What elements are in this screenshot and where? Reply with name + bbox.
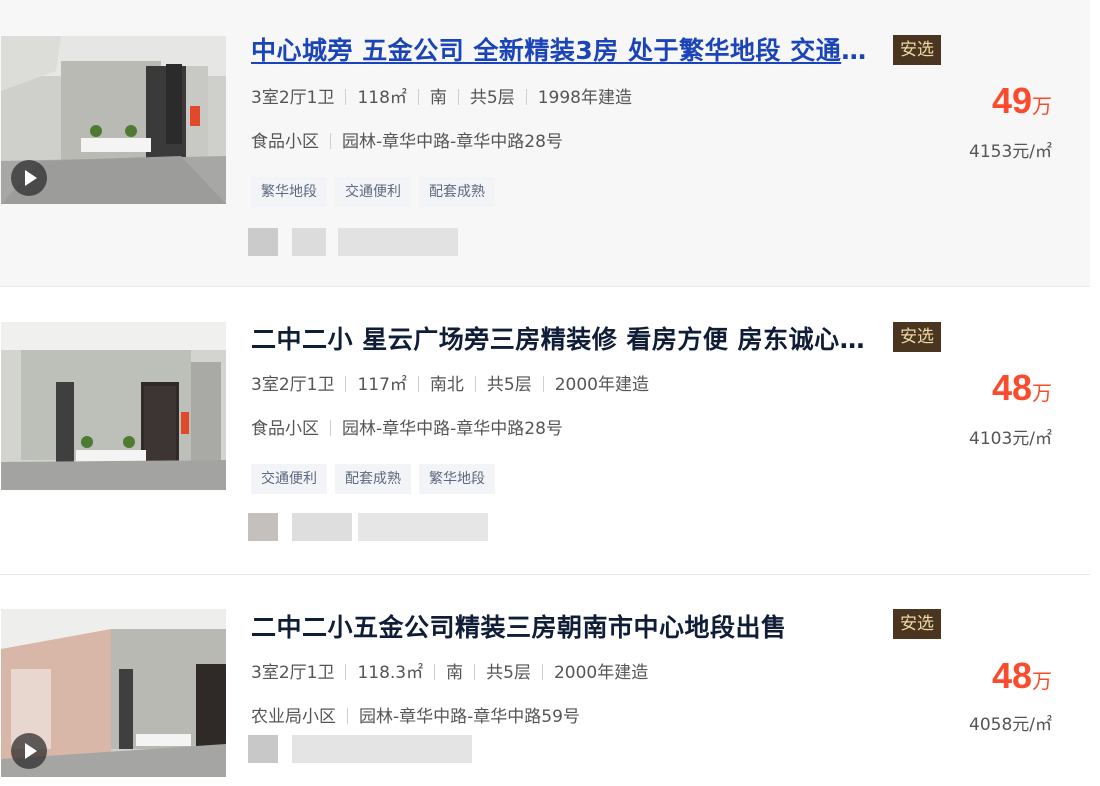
divider [434, 664, 436, 680]
divider [474, 664, 476, 680]
divider [347, 708, 348, 724]
total-price: 48万 [992, 655, 1052, 697]
listing-title[interactable]: 二中二小五金公司精装三房朝南市中心地段出售 [251, 611, 881, 645]
room-photo-image [1, 322, 226, 490]
total-floors: 共5层 [469, 88, 515, 108]
listing-photo[interactable] [1, 322, 226, 490]
divider [345, 376, 347, 392]
listing-attributes: 3室2厅1卫 118.3㎡ 南 共5层 2000年建造 [251, 661, 648, 685]
community-link[interactable]: 农业局小区 [251, 707, 336, 727]
total-floors: 共5层 [486, 375, 532, 395]
community-link[interactable]: 食品小区 [251, 132, 319, 152]
address-link[interactable]: 园林-章华中路-章华中路28号 [342, 132, 563, 152]
orientation: 南北 [429, 375, 464, 395]
room-layout: 3室2厅1卫 [251, 375, 335, 395]
divider [417, 376, 419, 392]
divider [542, 376, 544, 392]
total-price: 48万 [992, 367, 1052, 409]
feature-tag: 繁华地段 [251, 177, 327, 207]
orientation: 南 [429, 88, 447, 108]
divider [474, 376, 476, 392]
divider [345, 89, 347, 105]
floor-area: 118.3㎡ [357, 663, 424, 683]
floor-area: 117㎡ [357, 375, 407, 395]
address-link[interactable]: 园林-章华中路-章华中路28号 [342, 419, 563, 439]
listing-location: 食品小区 园林-章华中路-章华中路28号 [251, 130, 563, 154]
listing-card[interactable]: 中心城旁 五金公司 全新精装3房 处于繁华地段 交通便利 安选 3室2厅1卫 11… [0, 0, 1090, 287]
listing-attributes: 3室2厅1卫 117㎡ 南北 共5层 2000年建造 [251, 373, 649, 397]
price-unit: 万 [1032, 94, 1052, 118]
divider [330, 133, 331, 149]
feature-tag: 交通便利 [335, 177, 411, 207]
divider [330, 420, 331, 436]
listing-photo[interactable] [1, 36, 226, 204]
anxuan-badge: 安选 [893, 609, 941, 639]
price-unit: 万 [1032, 669, 1052, 693]
build-year: 1998年建造 [537, 88, 632, 108]
listing-photo[interactable] [1, 609, 226, 777]
unit-price: 4103元/㎡ [969, 429, 1052, 449]
feature-tag: 配套成熟 [335, 464, 411, 494]
divider [457, 89, 459, 105]
anxuan-badge: 安选 [893, 322, 941, 352]
play-icon[interactable] [11, 733, 47, 769]
listing-title[interactable]: 二中二小 星云广场旁三房精装修 看房方便 房东诚心出售 [251, 323, 881, 357]
listing-location: 食品小区 园林-章华中路-章华中路28号 [251, 417, 563, 441]
address-link[interactable]: 园林-章华中路-章华中路59号 [359, 707, 580, 727]
divider [345, 664, 347, 680]
feature-tag: 繁华地段 [419, 464, 495, 494]
price-value: 49 [991, 80, 1032, 121]
listing-location: 农业局小区 园林-章华中路-章华中路59号 [251, 705, 580, 729]
divider [525, 89, 527, 105]
build-year: 2000年建造 [553, 663, 649, 683]
feature-tag: 交通便利 [251, 464, 327, 494]
total-floors: 共5层 [486, 663, 531, 683]
price-value: 48 [991, 367, 1032, 408]
divider [417, 89, 419, 105]
listing-card[interactable]: 二中二小 星云广场旁三房精装修 看房方便 房东诚心出售 安选 3室2厅1卫 117… [0, 287, 1090, 574]
feature-tags: 交通便利 配套成熟 繁华地段 [251, 464, 495, 494]
room-layout: 3室2厅1卫 [251, 88, 335, 108]
orientation: 南 [446, 663, 464, 683]
divider [541, 664, 543, 680]
feature-tag: 配套成熟 [419, 177, 495, 207]
listing-title[interactable]: 中心城旁 五金公司 全新精装3房 处于繁华地段 交通便利 [251, 34, 881, 68]
build-year: 2000年建造 [554, 375, 649, 395]
total-price: 49万 [992, 80, 1052, 122]
price-value: 48 [991, 655, 1032, 696]
price-unit: 万 [1032, 381, 1052, 405]
room-layout: 3室2厅1卫 [251, 663, 335, 683]
floor-area: 118㎡ [357, 88, 407, 108]
unit-price: 4058元/㎡ [969, 715, 1052, 735]
play-icon[interactable] [11, 160, 47, 196]
listing-card[interactable]: 二中二小五金公司精装三房朝南市中心地段出售 安选 3室2厅1卫 118.3㎡ 南 共5… [0, 575, 1090, 786]
anxuan-badge: 安选 [893, 35, 941, 65]
community-link[interactable]: 食品小区 [251, 419, 319, 439]
unit-price: 4153元/㎡ [969, 142, 1052, 162]
listing-attributes: 3室2厅1卫 118㎡ 南 共5层 1998年建造 [251, 86, 632, 110]
feature-tags: 繁华地段 交通便利 配套成熟 [251, 177, 495, 207]
